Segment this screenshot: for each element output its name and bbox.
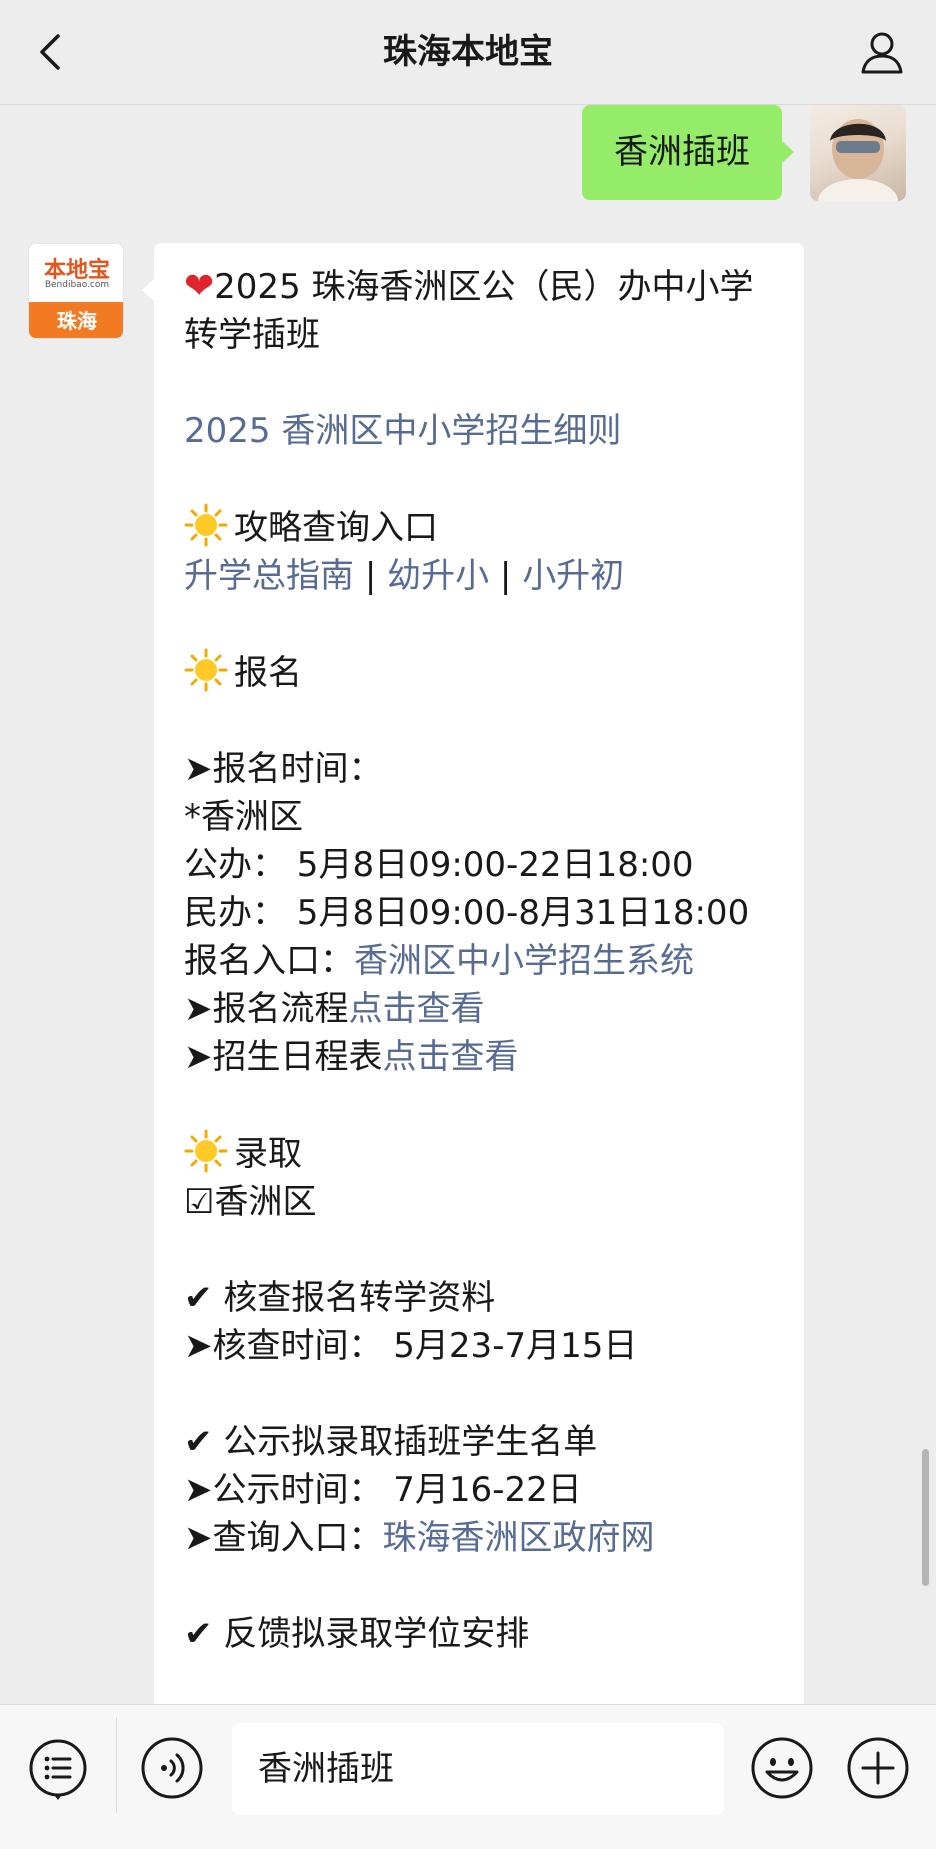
emoji-icon[interactable] bbox=[750, 1736, 814, 1800]
check-time: ➤核查时间： 5月23-7月15日 bbox=[184, 1326, 638, 1366]
guide-separator: | bbox=[364, 556, 377, 596]
checkmark-icon: ✔ bbox=[184, 1278, 213, 1318]
signup-entry-link[interactable]: 香洲区中小学招生系统 bbox=[354, 941, 694, 981]
query-link[interactable]: 珠海香洲区政府网 bbox=[383, 1518, 655, 1558]
signup-time-label: ➤报名时间： bbox=[184, 749, 383, 789]
chat-area[interactable]: 香洲插班 本地宝 Bendibao.com 珠海 ❤2025 珠海香洲区公（民）… bbox=[0, 105, 936, 1704]
bot-avatar-city: 珠海 bbox=[29, 302, 123, 338]
admit-heading: 录取 bbox=[234, 1134, 302, 1174]
signup-process-label: ➤报名流程 bbox=[184, 989, 349, 1029]
publicity-heading-line: ✔ 公示拟录取插班学生名单 bbox=[184, 1418, 774, 1466]
outgoing-message-bubble[interactable]: 香洲插班 bbox=[582, 105, 794, 200]
message-title: 2025 珠海香洲区公（民）办中小学转学插班 bbox=[184, 267, 754, 355]
signup-entry-label: 报名入口： bbox=[184, 941, 354, 981]
signup-district: *香洲区 bbox=[184, 797, 303, 837]
admit-heading-line: 录取 bbox=[184, 1129, 774, 1178]
signup-process-link[interactable]: 点击查看 bbox=[349, 989, 485, 1029]
publicity-time: ➤公示时间： 7月16-22日 bbox=[184, 1470, 582, 1510]
chat-title: 珠海本地宝 bbox=[383, 32, 553, 72]
check-heading: 核查报名转学资料 bbox=[223, 1278, 496, 1318]
signup-heading: 报名 bbox=[234, 653, 302, 693]
user-photo-icon bbox=[818, 119, 898, 201]
schedule-link[interactable]: 点击查看 bbox=[383, 1037, 519, 1077]
sun-icon bbox=[184, 648, 228, 692]
checkmark-icon: ✔ bbox=[184, 1422, 213, 1462]
guide-links-line: 升学总指南 | 幼升小 | 小升初 bbox=[184, 552, 774, 600]
signup-process-line: ➤报名流程点击查看 bbox=[184, 985, 774, 1033]
message-title-line: ❤2025 珠海香洲区公（民）办中小学转学插班 bbox=[184, 263, 774, 359]
bottom-input-bar: 香洲插班 bbox=[0, 1704, 936, 1849]
publicity-heading: 公示拟录取插班学生名单 bbox=[223, 1422, 598, 1462]
signup-entry-line: 报名入口：香洲区中小学招生系统 bbox=[184, 937, 774, 985]
check-heading-line: ✔ 核查报名转学资料 bbox=[184, 1274, 774, 1322]
person-icon[interactable] bbox=[858, 28, 906, 76]
heart-icon: ❤ bbox=[184, 266, 215, 307]
checkmark-icon: ✔ bbox=[184, 1614, 213, 1654]
private-school-time: 民办： 5月8日09:00-8月31日18:00 bbox=[184, 893, 750, 933]
feedback-heading-line: ✔ 反馈拟录取学位安排 bbox=[184, 1610, 774, 1658]
guide-heading-line: 攻略查询入口 bbox=[184, 503, 774, 552]
incoming-message-bubble[interactable]: ❤2025 珠海香洲区公（民）办中小学转学插班 2025 香洲区中小学招生细则 … bbox=[142, 243, 804, 1704]
bot-avatar[interactable]: 本地宝 Bendibao.com 珠海 bbox=[28, 243, 124, 339]
plus-icon[interactable] bbox=[846, 1736, 910, 1800]
top-bar: 珠海本地宝 bbox=[0, 0, 936, 105]
guide-link-overall[interactable]: 升学总指南 bbox=[184, 556, 354, 596]
bot-avatar-sub: Bendibao.com bbox=[44, 280, 110, 290]
voice-icon[interactable] bbox=[140, 1736, 204, 1800]
guide-link-primary-to-middle[interactable]: 小升初 bbox=[522, 556, 624, 596]
message-input[interactable]: 香洲插班 bbox=[232, 1723, 724, 1815]
rules-link[interactable]: 2025 香洲区中小学招生细则 bbox=[184, 411, 621, 451]
sun-icon bbox=[184, 503, 228, 547]
rules-line: 2025 香洲区中小学招生细则 bbox=[184, 407, 774, 455]
guide-heading: 攻略查询入口 bbox=[234, 508, 438, 548]
schedule-line: ➤招生日程表点击查看 bbox=[184, 1033, 774, 1081]
query-label: ➤查询入口： bbox=[184, 1518, 383, 1558]
user-avatar[interactable] bbox=[810, 105, 906, 201]
schedule-label: ➤招生日程表 bbox=[184, 1037, 383, 1077]
guide-link-kindergarten-to-primary[interactable]: 幼升小 bbox=[387, 556, 489, 596]
admit-district: ☑香洲区 bbox=[184, 1182, 317, 1222]
bar-divider bbox=[116, 1717, 117, 1813]
guide-separator: | bbox=[499, 556, 512, 596]
feedback-heading: 反馈拟录取学位安排 bbox=[223, 1614, 530, 1654]
public-school-time: 公办： 5月8日09:00-22日18:00 bbox=[184, 845, 694, 885]
chat-scrollbar[interactable] bbox=[922, 1449, 929, 1586]
menu-list-icon[interactable] bbox=[26, 1736, 90, 1800]
query-line: ➤查询入口：珠海香洲区政府网 bbox=[184, 1514, 774, 1562]
sun-icon bbox=[184, 1129, 228, 1173]
signup-heading-line: 报名 bbox=[184, 648, 774, 697]
